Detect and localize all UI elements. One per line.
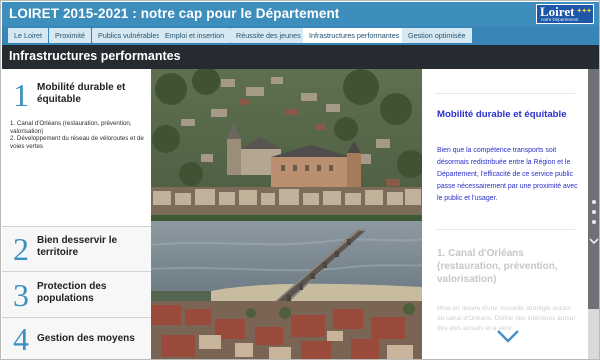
content-panel: Mobilité durable et équitable Bien que l…: [422, 69, 588, 359]
menu-item-desservir[interactable]: 2 Bien desservir le territoire: [2, 227, 151, 272]
left-menu: 1 Mobilité durable et équitable 1. Canal…: [2, 69, 151, 359]
menu-item-label: Protection des populations: [37, 281, 107, 304]
scroll-rail[interactable]: [588, 69, 599, 359]
header-bar: LOIRET 2015-2021 : notre cap pour le Dép…: [2, 2, 599, 26]
chevron-down-icon[interactable]: [588, 233, 599, 245]
section-title: Infrastructures performantes: [9, 49, 181, 63]
menu-item-mobilite[interactable]: 1 Mobilité durable et équitable 1. Canal…: [2, 69, 151, 227]
app-title: LOIRET 2015-2021 : notre cap pour le Dép…: [9, 6, 340, 21]
tab-publics-vulnerables[interactable]: Publics vulnérables: [92, 28, 166, 43]
tab-emploi-insertion[interactable]: Emploi et insertion: [159, 28, 231, 43]
page-dot-2[interactable]: [592, 210, 596, 214]
scroll-down-chevron-icon[interactable]: [496, 327, 520, 345]
menu-number: 1: [13, 77, 29, 113]
panel-subheading: 1. Canal d'Orléans (restauration, préven…: [437, 248, 558, 285]
aerial-photo: [151, 69, 422, 359]
loiret-logo[interactable]: Loiret ✦✦✦ notre Département: [536, 4, 594, 24]
tab-proximite[interactable]: Proximité: [49, 28, 91, 43]
menu-number: 3: [13, 277, 29, 313]
menu-item-subitems[interactable]: 1. Canal d'Orléans (restauration, préven…: [10, 120, 147, 150]
menu-item-label: Mobilité durable et équitable: [37, 82, 126, 105]
tab-le-loiret[interactable]: Le Loiret: [8, 28, 48, 43]
tab-bar: Le Loiret Proximité Publics vulnérables …: [2, 26, 599, 45]
app-frame: LOIRET 2015-2021 : notre cap pour le Dép…: [0, 0, 600, 360]
tab-reussite-jeunes[interactable]: Réussite des jeunes: [230, 28, 307, 43]
menu-item-label: Gestion des moyens: [37, 333, 135, 344]
tab-infrastructures-performantes[interactable]: Infrastructures performantes: [303, 28, 406, 43]
scroll-track: [588, 69, 599, 309]
panel-divider-top: [435, 93, 575, 94]
page-dot-3[interactable]: [592, 220, 596, 224]
page-dot-1[interactable]: [592, 200, 596, 204]
panel-title: Mobilité durable et équitable: [437, 109, 567, 120]
panel-divider: [435, 229, 575, 230]
menu-number: 2: [13, 231, 29, 267]
menu-item-gestion[interactable]: 4 Gestion des moyens: [2, 318, 151, 359]
panel-body-text: Bien que la compétence transports soit d…: [437, 147, 578, 202]
menu-item-protection[interactable]: 3 Protection des populations: [2, 272, 151, 318]
tab-gestion-optimisee[interactable]: Gestion optimisée: [402, 28, 472, 43]
logo-tagline: notre Département: [541, 17, 579, 22]
section-header: Infrastructures performantes: [2, 45, 599, 69]
menu-item-label: Bien desservir le territoire: [37, 235, 118, 258]
menu-number: 4: [13, 321, 29, 357]
logo-dots-icon: ✦✦✦: [576, 8, 592, 15]
